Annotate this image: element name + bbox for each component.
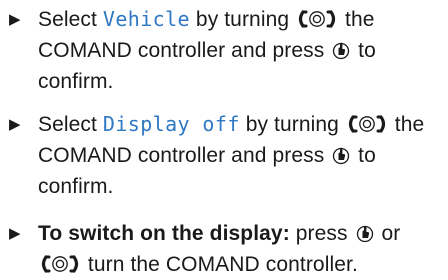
- press-controller-icon: [332, 40, 350, 60]
- step-text: Select: [38, 8, 103, 31]
- instruction-list: ▶ Select Vehicle by turning the COMAND c…: [0, 4, 448, 280]
- turn-controller-icon: [347, 114, 387, 134]
- triangle-right-icon: ▶: [9, 116, 21, 133]
- press-controller-icon: [332, 145, 350, 165]
- step-text: by turning: [190, 8, 296, 31]
- step-text: Select: [38, 113, 103, 136]
- press-controller-icon: [356, 223, 374, 243]
- display-term-display-off: Display off: [102, 112, 240, 136]
- turn-controller-icon: [40, 254, 80, 274]
- step-heading: To switch on the display:: [38, 222, 290, 245]
- step-text: press: [289, 222, 354, 245]
- step-text: turn the COMAND controller.: [82, 253, 358, 276]
- instruction-step-switch-on: ▶ To switch on the display: press or tur…: [0, 218, 448, 280]
- instruction-step-vehicle: ▶ Select Vehicle by turning the COMAND c…: [0, 4, 448, 97]
- step-text: or: [375, 222, 401, 245]
- turn-controller-icon: [297, 9, 337, 29]
- step-text: by turning: [239, 113, 345, 136]
- instruction-step-display-off: ▶ Select Display off by turning the COMA…: [0, 109, 448, 202]
- display-term-vehicle: Vehicle: [102, 7, 190, 31]
- triangle-right-icon: ▶: [9, 225, 21, 242]
- triangle-right-icon: ▶: [9, 11, 21, 28]
